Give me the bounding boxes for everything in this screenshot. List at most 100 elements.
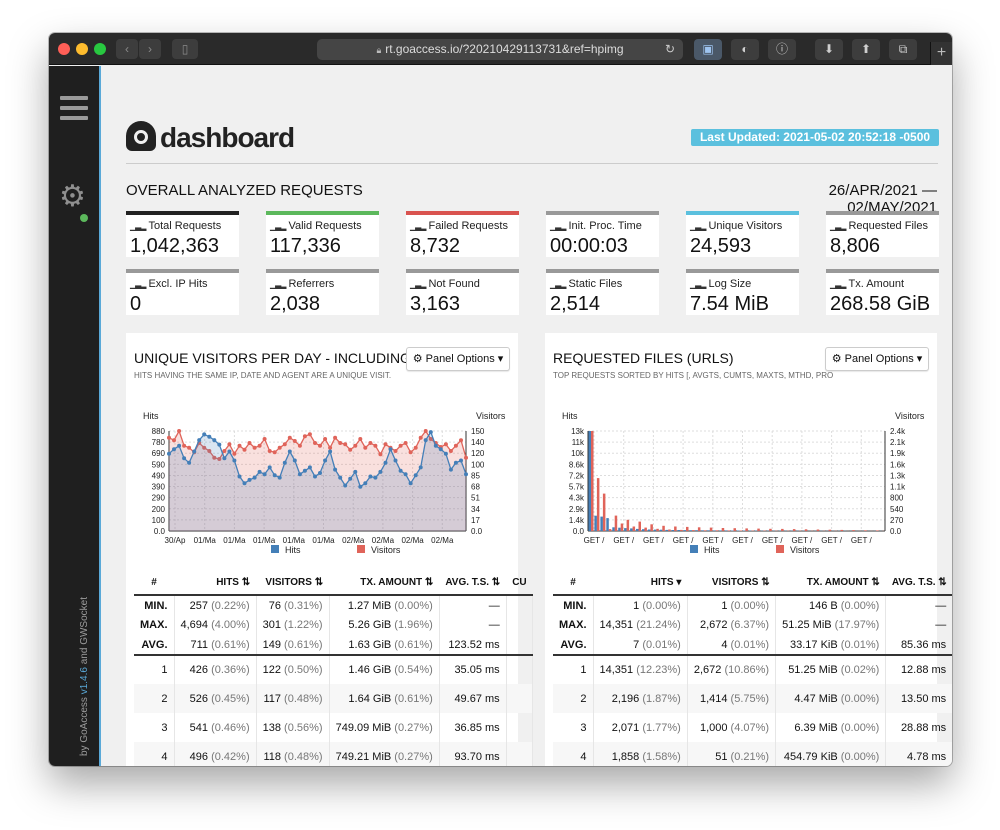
visitors-panel-subtitle: HITS HAVING THE SAME IP, DATE AND AGENT … [134,371,392,380]
table-row[interactable]: 2 2,196 (1.87%) 1,414 (5.75%) 4.47 MiB (0.0… [553,684,952,713]
cell-percent: (0.61%) [394,692,433,705]
chevron-left-icon: ‹ [125,42,129,56]
row-index: 3 [134,713,175,742]
column-header[interactable]: HITS ⇅ [174,571,257,596]
menu-icon[interactable] [60,96,88,126]
bar-visitors [626,519,630,531]
y2-tick-label: 100 [471,460,485,469]
bar-hits [713,530,716,531]
cell-value: 2,672 [693,664,725,676]
bar-visitors [715,530,719,531]
close-window-button[interactable] [58,43,70,55]
table-row[interactable]: 3 541 (0.46%) 138 (0.56%) 749.09 MiB (0.27%… [134,713,534,742]
y2-tick-label: 1.3k [890,471,906,480]
data-point [378,452,383,457]
data-point [232,451,237,456]
y2-tick-label: 51 [471,494,480,503]
browser-window: ‹ › ▯ 🔒︎ rt.goaccess.io/?20210429113731&r… [49,33,952,766]
data-point [177,429,182,433]
data-point [438,447,443,452]
zoom-window-button[interactable] [94,43,106,55]
bar-hits [701,530,704,531]
gear-icon[interactable]: ⚙︎ [59,182,86,212]
metric-card: Excl. IP Hits 0 [126,269,239,315]
visitors-cell: 76 (0.31%) [256,595,330,615]
cell-value: 496 [189,750,212,763]
minimize-window-button[interactable] [76,43,88,55]
reload-icon[interactable]: ↻ [665,39,675,60]
metric-label: Static Files [550,278,622,290]
bar-hits [659,529,663,531]
new-tab-button[interactable]: + [930,42,952,65]
column-header[interactable]: CU [506,571,533,596]
cell-value: 541 [189,721,212,734]
cell-percent: (0.21%) [730,750,770,763]
info-button[interactable]: ⓘ [768,39,796,60]
table-row[interactable]: 1 426 (0.36%) 122 (0.50%) 1.46 GiB (0.54%) 3… [134,655,534,684]
table-row[interactable]: 2 526 (0.45%) 117 (0.48%) 1.64 GiB (0.61%) 4… [134,684,534,713]
cell-percent: (17.97%) [834,619,880,631]
data-point [423,438,428,443]
tx-cell: 749.21 MiB (0.27%) [329,742,440,766]
column-header[interactable]: TX. AMOUNT ⇅ [775,571,886,596]
tx-cell: 5.26 GiB (1.96%) [329,615,440,635]
table-row[interactable]: 3 2,071 (1.77%) 1,000 (4.07%) 6.39 MiB (0.0… [553,713,952,742]
data-point [182,443,187,448]
metric-card: Failed Requests 8,732 [406,211,519,257]
downloads-button[interactable]: ⬇ [815,39,843,60]
data-point [227,449,232,454]
forward-button[interactable]: › [139,39,161,59]
y2-tick-label: 120 [471,449,485,458]
table-row[interactable]: 4 496 (0.42%) 118 (0.48%) 749.21 MiB (0.27%… [134,742,534,766]
y2-tick-label: 150 [471,427,485,436]
column-header[interactable]: AVG. T.S. ⇅ [885,571,952,596]
stat-row: MAX. 14,351 (21.24%) 2,672 (6.37%) 51.25 Mi… [553,615,952,635]
sidebar-toggle-button[interactable]: ▯ [172,39,198,59]
cell-value: 138 [262,721,285,734]
cell-percent: (0.46%) [211,721,250,734]
extension-ghost-button[interactable]: ▣ [694,39,722,60]
bar-visitors [662,525,665,531]
bar-visitors [674,526,677,531]
visitors-cell: 2,672 (10.86%) [687,655,777,684]
table-row[interactable]: 4 1,858 (1.58%) 51 (0.21%) 454.79 KiB (0.00… [553,742,952,766]
address-bar[interactable]: 🔒︎ rt.goaccess.io/?20210429113731&ref=hpi… [317,39,683,60]
shield-button[interactable]: ◐ [731,39,759,60]
data-point [328,445,333,450]
column-header[interactable]: VISITORS ⇅ [256,571,330,596]
visitors-panel-options-button[interactable]: ⚙︎ Panel Options ▾ [406,347,510,371]
share-button[interactable]: ⬆ [852,39,880,60]
column-header[interactable]: AVG. T.S. ⇅ [439,571,507,596]
ghost-icon: ▣ [702,42,714,56]
data-point [393,458,398,463]
data-point [433,443,438,448]
data-point [292,439,297,443]
page-title: dashboard [126,121,295,154]
credit-text: by GoAccess v1.4.6 and GWSocket [79,597,90,756]
files-panel: REQUESTED FILES (URLS) TOP REQUESTS SORT… [545,333,952,766]
table-row[interactable]: 1 14,351 (12.23%) 2,672 (10.86%) 51.25 MiB … [553,655,952,684]
metric-value: 0 [130,293,142,315]
files-panel-options-button[interactable]: ⚙︎ Panel Options ▾ [825,347,929,371]
version-link[interactable]: v1.4.6 [79,667,90,694]
y-tick-label: 880 [152,427,166,436]
tabs-overview-button[interactable]: ⧉ [889,39,917,60]
back-button[interactable]: ‹ [116,39,138,59]
data-point [323,437,328,441]
avg-ts-cell: 85.36 ms [885,635,952,656]
column-header[interactable]: VISITORS ⇅ [687,571,776,596]
x-tick-label: 02/Ma [342,536,365,545]
data-point [222,456,227,461]
metric-value: 00:00:03 [550,235,628,257]
bar-visitors [727,530,731,531]
data-point [237,443,242,448]
data-point [363,481,368,486]
row-index: 1 [134,655,175,684]
cell-value: 4 [721,638,731,651]
bar-hits [636,528,639,531]
column-header[interactable]: TX. AMOUNT ⇅ [329,571,440,596]
column-header[interactable]: HITS ▾ [593,571,688,596]
data-point [373,475,378,480]
stat-label: MIN. [134,595,175,615]
bar-visitors [620,523,624,531]
